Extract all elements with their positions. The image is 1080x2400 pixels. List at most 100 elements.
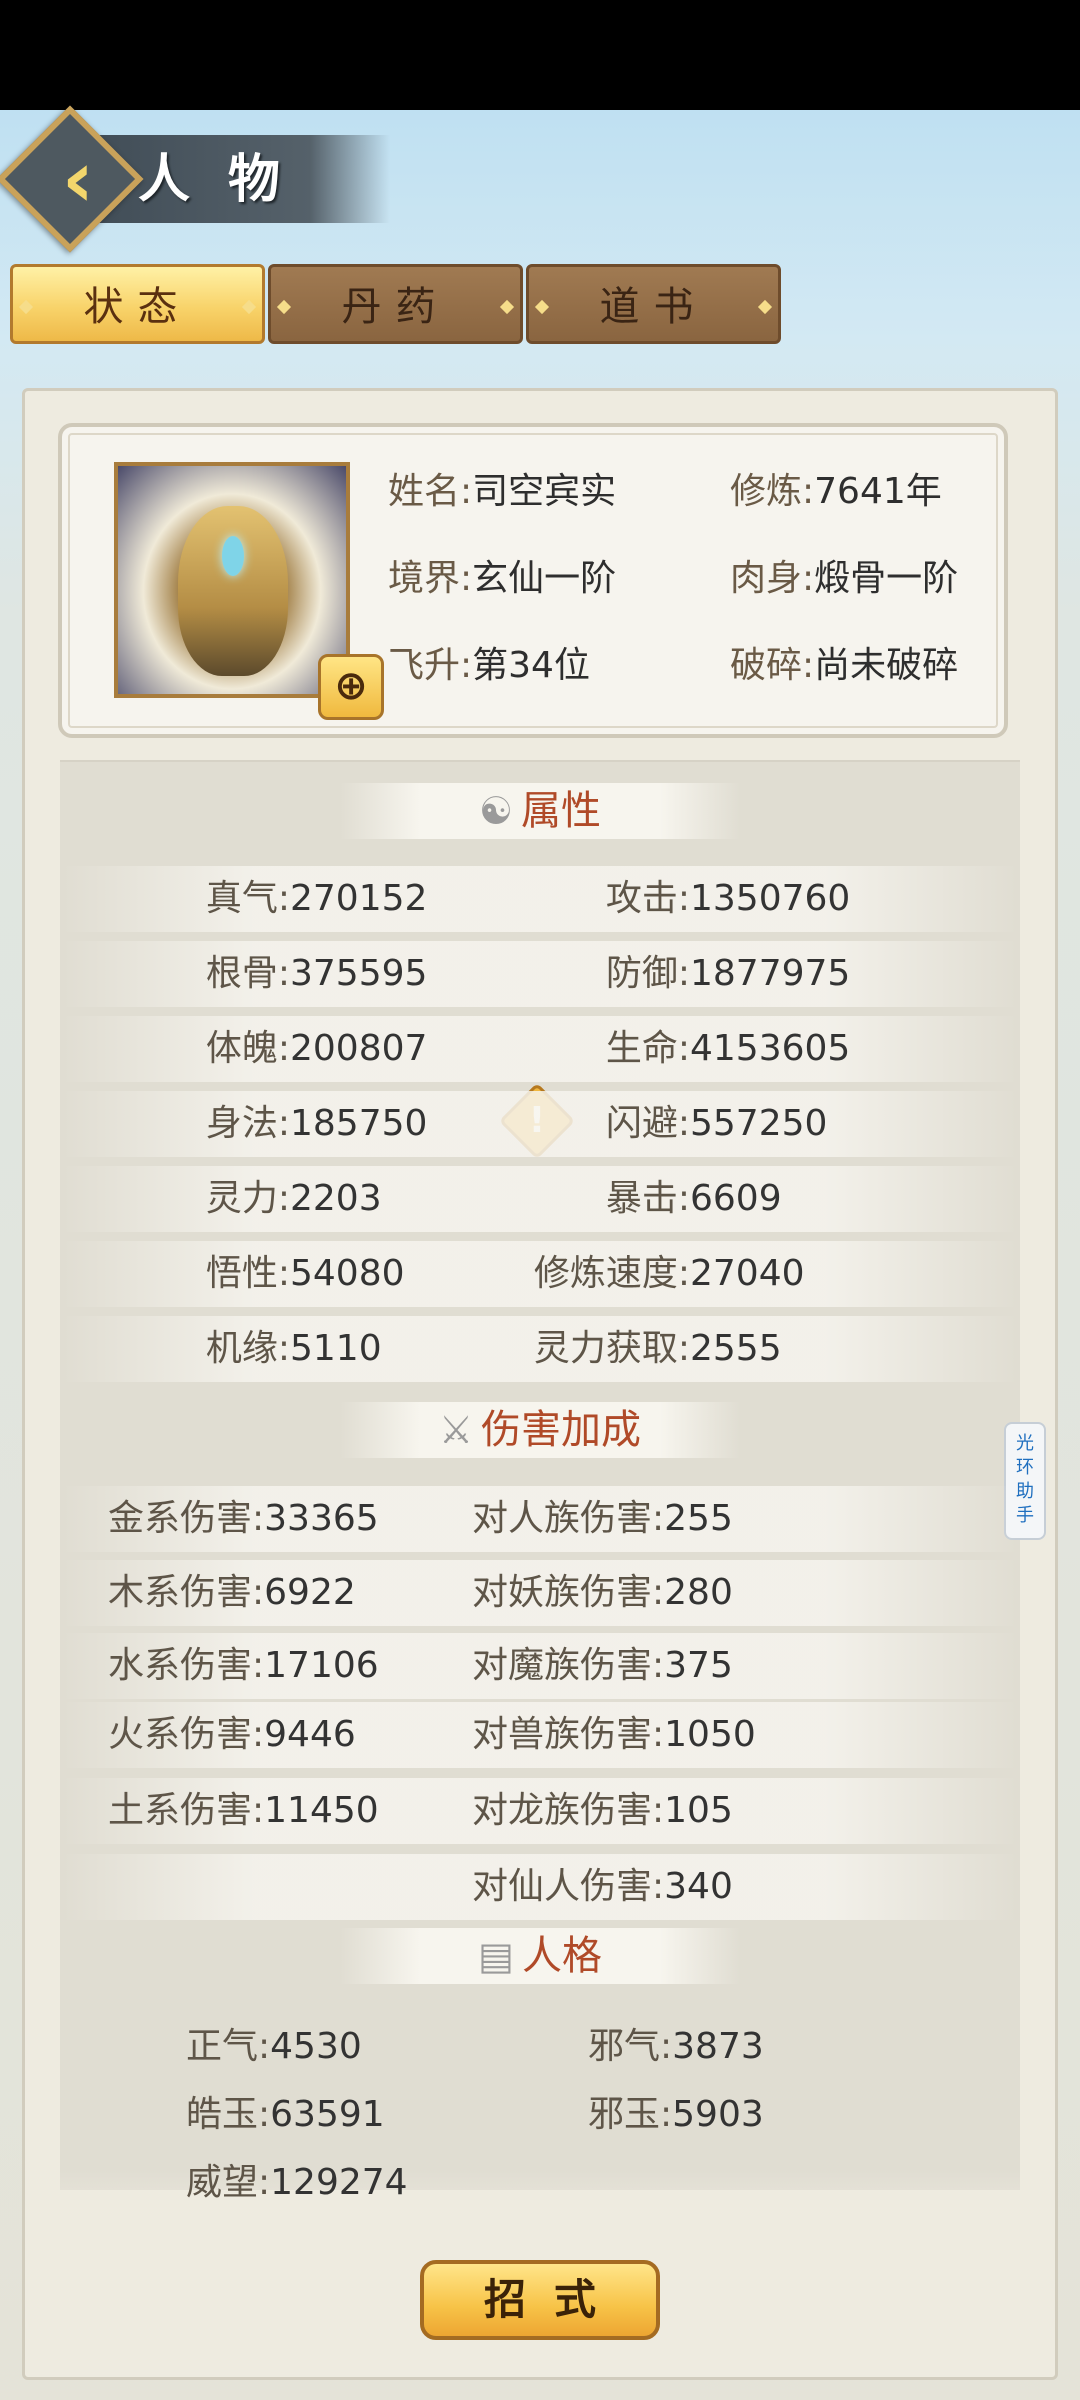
name-value: 司空宾实 [472, 471, 617, 512]
attribute-stat: 根骨:375595 [206, 941, 428, 1007]
shatter-value: 尚未破碎 [814, 645, 959, 686]
attribute-stat-value: 1350760 [690, 878, 851, 919]
element-damage-label: 木系伤害: [108, 1572, 265, 1613]
attribute-stat-label: 生命: [605, 1028, 690, 1069]
zoom-in-icon[interactable]: ⊕ [318, 654, 384, 720]
personality-stat: 邪玉:5903 [588, 2082, 764, 2148]
attribute-stat-label: 防御: [605, 953, 690, 994]
attribute-stat: 机缘:5110 [206, 1316, 382, 1382]
crossed-swords-icon: ⚔ [438, 1408, 474, 1452]
tab-elixir[interactable]: 丹药 [268, 264, 523, 344]
halo-assistant-label: 光环助手 [1016, 1433, 1034, 1526]
element-damage: 金系伤害:33365 [108, 1486, 379, 1552]
race-damage-label: 对仙人伤害: [472, 1866, 665, 1907]
attribute-stat-label: 悟性: [205, 1253, 290, 1294]
ascension-field: 飞升:第34位 [388, 642, 590, 690]
race-damage-label: 对妖族伤害: [472, 1572, 665, 1613]
shatter-field: 破碎:尚未破碎 [730, 642, 958, 690]
personality-stat-value: 129274 [270, 2162, 408, 2203]
personality-stat-label: 皓玉: [186, 2094, 271, 2135]
personality-stat: 正气:4530 [186, 2014, 362, 2080]
scroll-icon: ▤ [478, 1934, 514, 1978]
attribute-stat-value: 2555 [690, 1328, 782, 1369]
personality-stat-label: 邪玉: [588, 2094, 673, 2135]
attribute-stat-label: 攻击: [605, 878, 690, 919]
element-damage-value: 6922 [264, 1572, 356, 1613]
tab-status[interactable]: 状态 [10, 264, 265, 344]
attribute-stat-label: 机缘: [205, 1328, 290, 1369]
cultivation-label: 修炼: [730, 471, 815, 512]
attribute-stat-value: 54080 [290, 1253, 405, 1294]
element-damage-value: 11450 [264, 1790, 379, 1831]
attribute-stat-value: 27040 [690, 1253, 805, 1294]
attributes-title: 属性 [521, 788, 602, 834]
damage-header: ⚔ 伤害加成 [340, 1402, 740, 1458]
element-damage-label: 金系伤害: [108, 1498, 265, 1539]
attribute-stat-label: 灵力获取: [533, 1328, 690, 1369]
attribute-stat-label: 身法: [205, 1103, 290, 1144]
attribute-stat-value: 185750 [290, 1103, 428, 1144]
race-damage-value: 375 [664, 1645, 733, 1686]
attribute-stat-label: 修炼速度: [533, 1253, 690, 1294]
personality-stat: 威望:129274 [186, 2150, 408, 2216]
name-label: 姓名: [388, 471, 473, 512]
race-damage-value: 1050 [664, 1714, 756, 1755]
attribute-stat-value: 375595 [290, 953, 428, 994]
yin-yang-icon: ☯ [478, 789, 514, 833]
ascension-value: 第34位 [472, 645, 590, 686]
attribute-stat: 真气:270152 [206, 866, 428, 932]
attribute-stat-label: 闪避: [605, 1103, 690, 1144]
attribute-stat: 攻击:1350760 [606, 866, 850, 932]
personality-stat-label: 正气: [186, 2026, 271, 2067]
race-damage-label: 对龙族伤害: [472, 1790, 665, 1831]
element-damage: 水系伤害:17106 [108, 1633, 379, 1699]
personality-stat-value: 5903 [672, 2094, 764, 2135]
personality-stat-value: 4530 [270, 2026, 362, 2067]
ascension-label: 飞升: [388, 645, 473, 686]
shatter-label: 破碎: [730, 645, 815, 686]
attribute-stat: 悟性:54080 [206, 1241, 405, 1307]
attribute-stat: 灵力:2203 [206, 1166, 382, 1232]
chevron-left-icon[interactable]: ‹ [48, 140, 108, 220]
personality-stat-value: 63591 [270, 2094, 385, 2135]
attribute-stat: 生命:4153605 [606, 1016, 850, 1082]
attribute-stat-label: 根骨: [205, 953, 290, 994]
element-damage-value: 17106 [264, 1645, 379, 1686]
body-value: 煅骨一阶 [814, 558, 959, 599]
attribute-stat-value: 270152 [290, 878, 428, 919]
attribute-stat: 修炼速度:27040 [534, 1241, 805, 1307]
race-damage: 对魔族伤害:375 [472, 1633, 733, 1699]
damage-title: 伤害加成 [481, 1407, 642, 1453]
portrait-mask [178, 506, 288, 676]
race-damage: 对妖族伤害:280 [472, 1560, 733, 1626]
realm-label: 境界: [388, 558, 473, 599]
attribute-stat-label: 暴击: [605, 1178, 690, 1219]
realm-value: 玄仙一阶 [472, 558, 617, 599]
race-damage-label: 对兽族伤害: [472, 1714, 665, 1755]
attribute-stat: 体魄:200807 [206, 1016, 428, 1082]
race-damage-label: 对人族伤害: [472, 1498, 665, 1539]
body-field: 肉身:煅骨一阶 [730, 555, 958, 603]
personality-stat-label: 威望: [186, 2162, 271, 2203]
race-damage-value: 280 [664, 1572, 733, 1613]
personality-stat: 皓玉:63591 [186, 2082, 385, 2148]
status-bar [0, 0, 1080, 110]
attribute-stat-value: 1877975 [690, 953, 851, 994]
tab-daoshu[interactable]: 道书 [526, 264, 781, 344]
race-damage: 对兽族伤害:1050 [472, 1702, 756, 1768]
element-damage: 土系伤害:11450 [108, 1778, 379, 1844]
realm-field: 境界:玄仙一阶 [388, 555, 616, 603]
element-damage-value: 33365 [264, 1498, 379, 1539]
skills-button[interactable]: 招式 [420, 2260, 660, 2340]
personality-title: 人格 [521, 1933, 602, 1979]
attribute-stat: 闪避:557250 [606, 1091, 828, 1157]
attribute-stat: 暴击:6609 [606, 1166, 782, 1232]
personality-stat-value: 3873 [672, 2026, 764, 2067]
attribute-stat-value: 2203 [290, 1178, 382, 1219]
character-portrait[interactable] [114, 462, 350, 698]
name-field: 姓名:司空宾实 [388, 468, 616, 516]
attribute-stat-value: 4153605 [690, 1028, 851, 1069]
element-damage: 木系伤害:6922 [108, 1560, 356, 1626]
body-label: 肉身: [730, 558, 815, 599]
element-damage-label: 水系伤害: [108, 1645, 265, 1686]
